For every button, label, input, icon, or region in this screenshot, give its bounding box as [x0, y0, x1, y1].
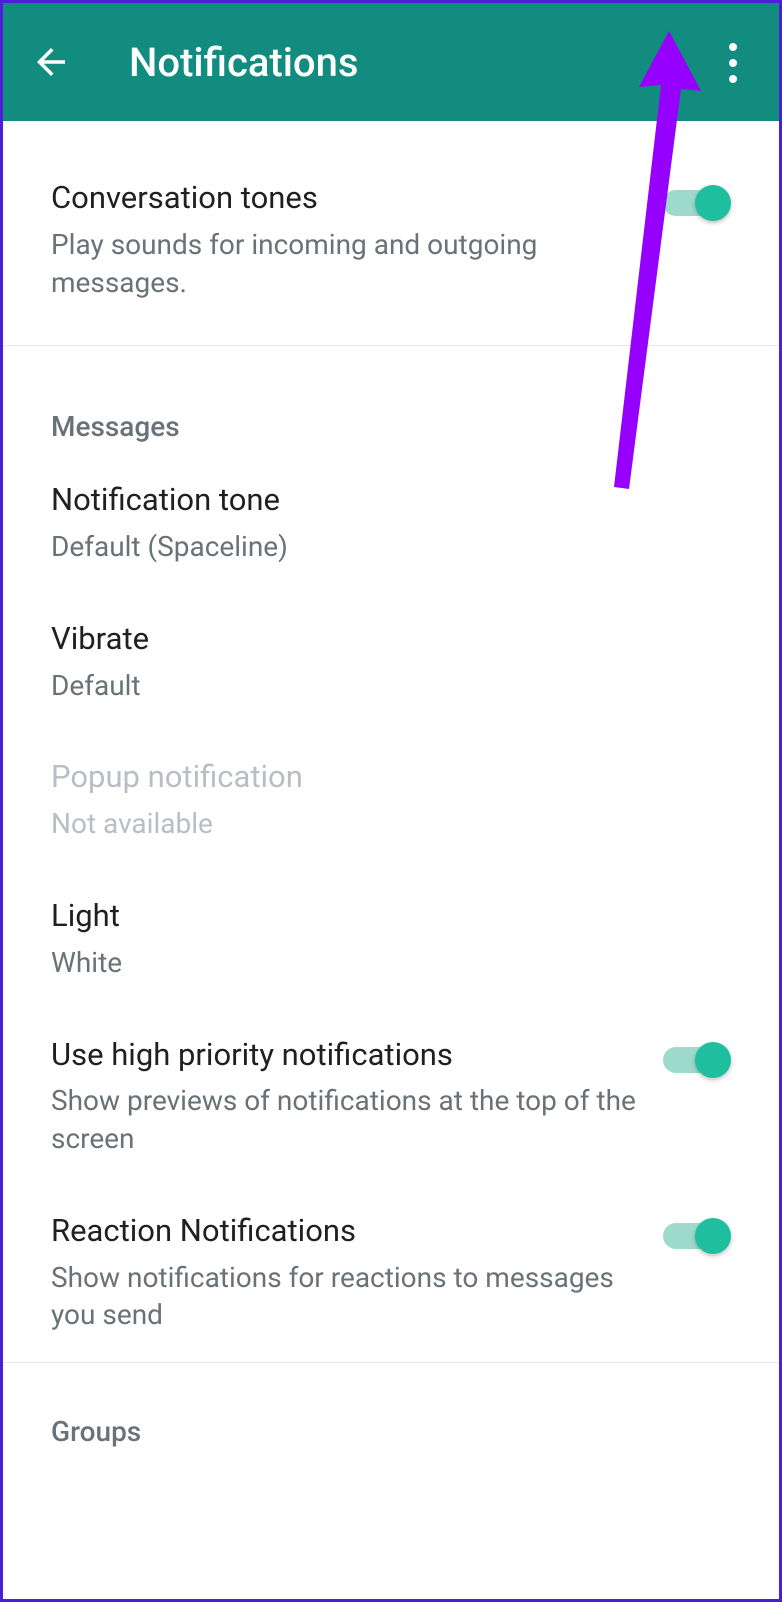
setting-value: White: [51, 944, 711, 982]
more-options-button[interactable]: [709, 35, 757, 91]
setting-subtitle: Play sounds for incoming and outgoing me…: [51, 226, 643, 302]
app-header: Notifications: [3, 3, 779, 121]
setting-title: Use high priority notifications: [51, 1036, 643, 1075]
page-title: Notifications: [129, 39, 358, 86]
reaction-notifications-switch[interactable]: [663, 1216, 731, 1256]
setting-subtitle: Show previews of notifications at the to…: [51, 1082, 643, 1158]
high-priority-setting[interactable]: Use high priority notifications Show pre…: [3, 1010, 779, 1186]
setting-subtitle: Show notifications for reactions to mess…: [51, 1259, 643, 1335]
high-priority-switch[interactable]: [663, 1040, 731, 1080]
setting-value: Default: [51, 667, 711, 705]
setting-title: Light: [51, 897, 711, 936]
setting-title: Notification tone: [51, 481, 711, 520]
settings-list: Conversation tones Play sounds for incom…: [3, 121, 779, 1476]
setting-value: Default (Spaceline): [51, 528, 711, 566]
conversation-tones-setting[interactable]: Conversation tones Play sounds for incom…: [3, 121, 779, 345]
groups-section-header: Groups: [3, 1363, 779, 1476]
vibrate-setting[interactable]: Vibrate Default: [3, 594, 779, 733]
reaction-notifications-setting[interactable]: Reaction Notifications Show notification…: [3, 1186, 779, 1362]
setting-title: Reaction Notifications: [51, 1212, 643, 1251]
messages-section-header: Messages: [3, 346, 779, 455]
setting-value: Not available: [51, 805, 711, 843]
light-setting[interactable]: Light White: [3, 871, 779, 1010]
popup-notification-setting: Popup notification Not available: [3, 732, 779, 871]
conversation-tones-switch[interactable]: [663, 183, 731, 223]
back-button[interactable]: [21, 32, 81, 92]
notification-tone-setting[interactable]: Notification tone Default (Spaceline): [3, 455, 779, 594]
setting-title: Popup notification: [51, 758, 711, 797]
setting-title: Conversation tones: [51, 179, 643, 218]
setting-title: Vibrate: [51, 620, 711, 659]
more-vertical-icon: [729, 43, 737, 51]
arrow-back-icon: [30, 41, 72, 83]
